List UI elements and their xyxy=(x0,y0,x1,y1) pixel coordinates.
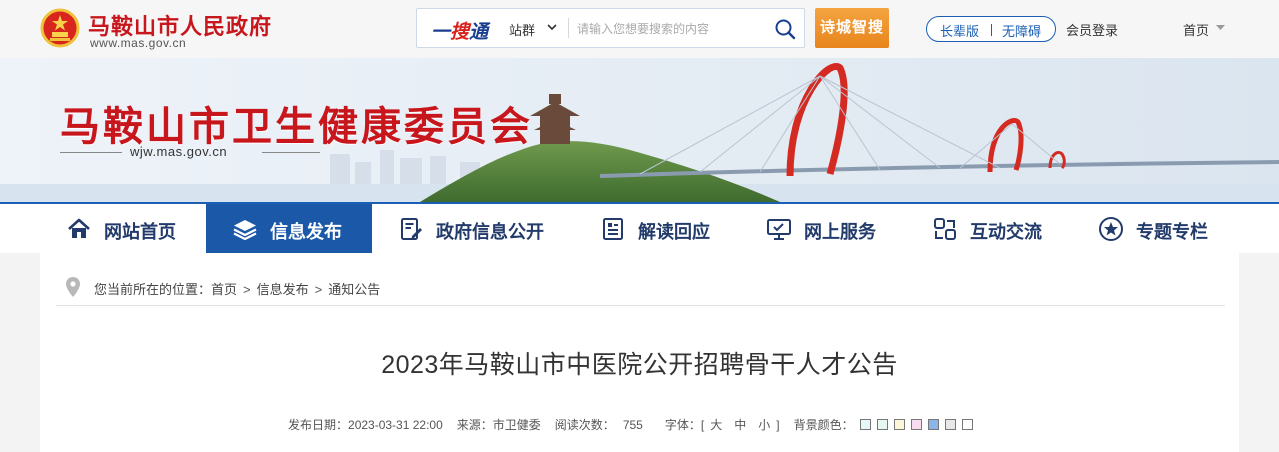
search-input[interactable] xyxy=(577,18,767,40)
breadcrumb-link-info-release[interactable]: 信息发布 xyxy=(257,282,309,297)
smart-search-button[interactable]: 诗城智搜 xyxy=(815,8,889,48)
font-bracket-open: [ xyxy=(700,418,705,432)
top-bar: 马鞍山市人民政府 www.mas.gov.cn 一搜通 站群 诗城智搜 长辈版 … xyxy=(0,0,1279,58)
home-icon xyxy=(68,218,90,238)
nav-item-home[interactable]: 网站首页 xyxy=(40,204,206,253)
nav-item-gov-info-disclosure[interactable]: 政府信息公开 xyxy=(372,204,544,253)
font-size-small-button[interactable]: 小 xyxy=(758,418,770,432)
accessibility-link[interactable]: 无障碍 xyxy=(1002,21,1041,40)
breadcrumb-separator: > xyxy=(314,282,323,297)
nav-label: 信息发布 xyxy=(270,222,342,242)
bg-color-swatch[interactable] xyxy=(961,419,973,430)
font-bracket-close: ] xyxy=(776,418,780,432)
breadcrumb: 您当前所在的位置：首页 > 信息发布 > 通知公告 xyxy=(56,253,1225,306)
nav-label: 网站首页 xyxy=(104,222,176,242)
breadcrumb-link-notices[interactable]: 通知公告 xyxy=(328,282,380,297)
article-container: 您当前所在的位置：首页 > 信息发布 > 通知公告 2023年马鞍山市中医院公开招聘骨干… xyxy=(40,253,1239,452)
search-box: 一搜通 站群 xyxy=(416,8,805,48)
bg-color-swatch[interactable] xyxy=(927,419,939,430)
nav-label: 专题专栏 xyxy=(1136,222,1208,242)
publish-date-label: 发布日期： xyxy=(288,418,349,432)
main-navigation: 网站首页 信息发布 政府信息公开 解读回应 网上服务 互动交流 专题专栏 xyxy=(0,202,1279,253)
bg-color-swatch[interactable] xyxy=(876,419,888,430)
interaction-icon xyxy=(934,218,956,240)
bg-color-swatch[interactable] xyxy=(910,419,922,430)
member-login-link[interactable]: 会员登录 xyxy=(1066,20,1118,39)
nav-label: 互动交流 xyxy=(970,222,1042,242)
monitor-icon xyxy=(767,219,791,240)
breadcrumb-separator: > xyxy=(243,282,251,297)
article-meta: 发布日期：2023-03-31 22:00 来源：市卫健委 阅读次数： 755 字体：[… xyxy=(288,416,973,433)
document-edit-icon xyxy=(401,218,422,240)
banner-url-rule-right xyxy=(262,152,320,153)
caret-down-icon[interactable] xyxy=(1216,24,1225,31)
layers-icon xyxy=(233,220,257,241)
article-title: 2023年马鞍山市中医院公开招聘骨干人才公告 xyxy=(381,351,898,379)
location-pin-icon xyxy=(66,277,80,297)
elder-version-link[interactable]: 长辈版 xyxy=(940,21,979,40)
views-label: 阅读次数： xyxy=(554,418,615,432)
banner-url: wjw.mas.gov.cn xyxy=(130,144,228,159)
source-label: 来源： xyxy=(456,418,493,432)
site-banner: 马鞍山市卫生健康委员会 wjw.mas.gov.cn xyxy=(0,58,1279,202)
bg-color-swatch[interactable] xyxy=(893,419,905,430)
bg-color-swatch[interactable] xyxy=(859,419,871,430)
nav-item-interaction[interactable]: 互动交流 xyxy=(906,204,1072,253)
search-brand-prefix: 一 xyxy=(431,22,451,43)
search-scope-select[interactable]: 站群 xyxy=(509,20,535,39)
national-emblem-icon[interactable] xyxy=(40,8,80,48)
search-brand-suffix: 通 xyxy=(469,22,489,43)
star-icon xyxy=(1099,217,1123,241)
nav-item-online-service[interactable]: 网上服务 xyxy=(740,204,906,253)
bg-color-swatch[interactable] xyxy=(944,419,956,430)
search-brand-logo: 一搜通 xyxy=(431,17,488,44)
search-divider xyxy=(568,18,569,38)
font-size-label: 字体： xyxy=(664,418,701,432)
pill-divider xyxy=(991,24,992,36)
home-dropdown[interactable]: 首页 xyxy=(1183,20,1209,39)
chevron-down-icon[interactable] xyxy=(547,22,557,32)
breadcrumb-trail: 您当前所在的位置：首页 > 信息发布 > 通知公告 xyxy=(94,279,380,298)
government-site-url: www.mas.gov.cn xyxy=(90,36,187,50)
nav-item-special-topics[interactable]: 专题专栏 xyxy=(1072,204,1238,253)
search-brand-main: 搜 xyxy=(450,22,470,43)
source-value: 市卫健委 xyxy=(492,418,541,432)
font-size-large-button[interactable]: 大 xyxy=(710,418,722,432)
nav-label: 政府信息公开 xyxy=(436,222,544,242)
nav-label: 解读回应 xyxy=(638,222,710,242)
font-size-medium-button[interactable]: 中 xyxy=(734,418,746,432)
breadcrumb-prefix: 您当前所在的位置： xyxy=(94,282,212,297)
report-icon xyxy=(603,218,623,240)
nav-item-interpretation[interactable]: 解读回应 xyxy=(574,204,740,253)
accessibility-pill: 长辈版 无障碍 xyxy=(926,16,1056,42)
breadcrumb-link-home[interactable]: 首页 xyxy=(211,282,237,297)
nav-item-info-release[interactable]: 信息发布 xyxy=(206,204,372,253)
search-icon[interactable] xyxy=(774,18,796,40)
banner-url-rule-left xyxy=(60,152,122,153)
views-count: 755 xyxy=(622,418,643,432)
bg-color-label: 背景颜色： xyxy=(793,418,854,432)
bg-color-swatches xyxy=(854,418,973,432)
nav-label: 网上服务 xyxy=(804,222,876,242)
publish-date: 2023-03-31 22:00 xyxy=(348,418,443,432)
